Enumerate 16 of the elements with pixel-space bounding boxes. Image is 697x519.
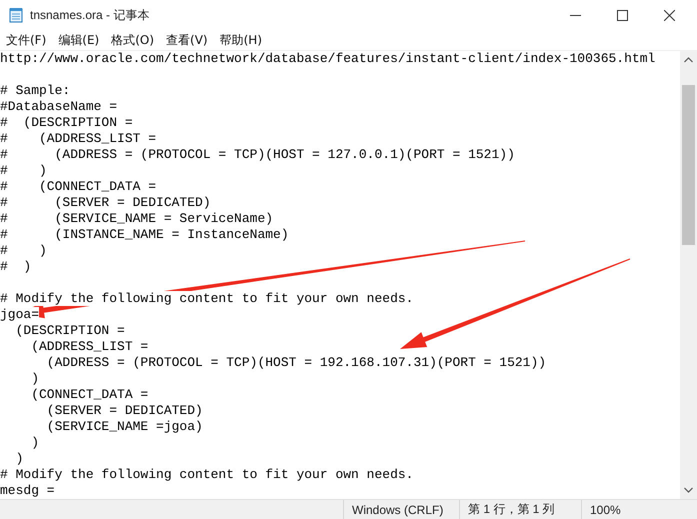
window-title: tnsnames.ora - 记事本 — [30, 6, 150, 24]
menu-item[interactable]: 帮助(H) — [220, 32, 262, 48]
scroll-down-icon[interactable] — [684, 487, 693, 493]
scroll-up-icon[interactable] — [684, 57, 693, 63]
scrollbar-thumb[interactable] — [682, 85, 695, 245]
close-icon[interactable] — [664, 10, 675, 20]
status-text: 第 1 行，第 1 列 — [459, 500, 581, 519]
menu-item[interactable]: 格式(O) — [111, 32, 154, 48]
status-text: 100% — [581, 500, 680, 519]
menu-item[interactable]: 文件(F) — [6, 32, 46, 48]
maximize-icon[interactable] — [617, 10, 628, 20]
status-text: Windows (CRLF) — [343, 500, 459, 519]
menu-item[interactable]: 编辑(E) — [58, 32, 100, 48]
scrollbar[interactable] — [680, 51, 697, 499]
menu-item[interactable]: 查看(V) — [166, 32, 208, 48]
notepad-icon — [8, 7, 24, 23]
